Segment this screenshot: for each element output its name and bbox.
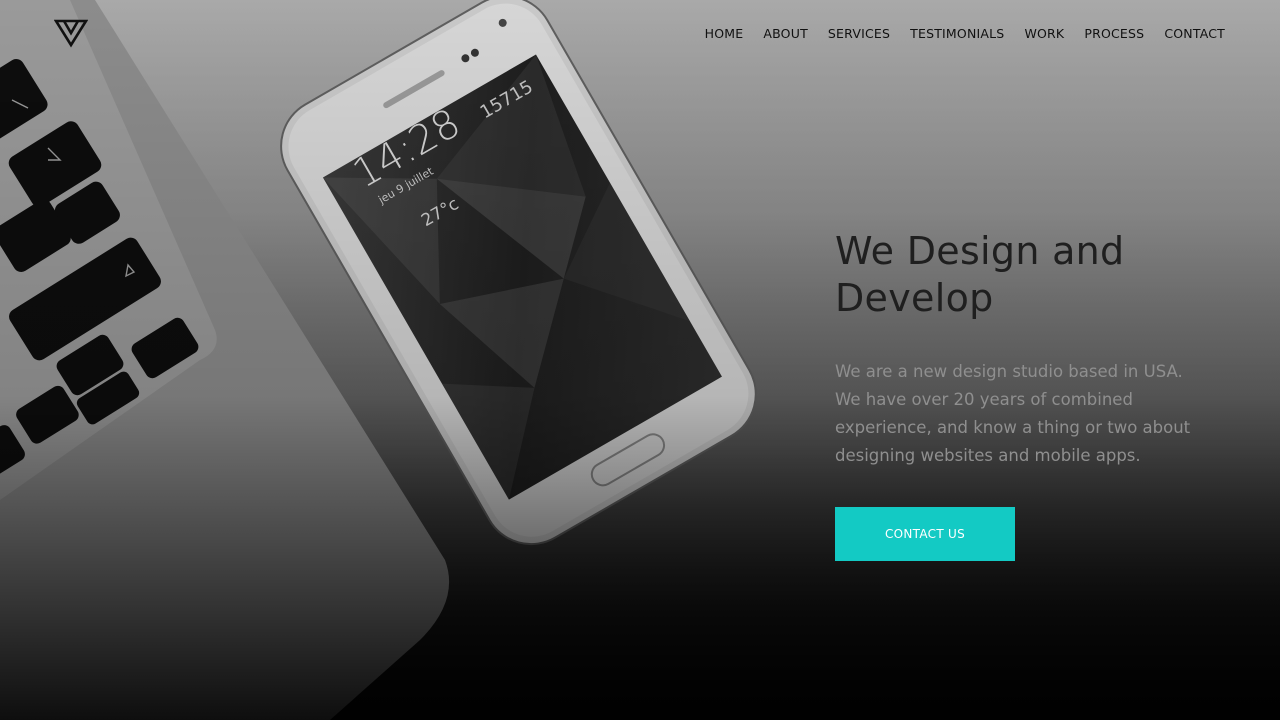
- hero-description-line: We have over 20 years of combined: [835, 390, 1133, 409]
- triangle-logo-icon[interactable]: [54, 18, 88, 48]
- hero-description: We are a new design studio based in USA.…: [835, 358, 1230, 470]
- nav-services[interactable]: SERVICES: [828, 24, 890, 43]
- main-navigation: HOME ABOUT SERVICES TESTIMONIALS WORK PR…: [705, 24, 1225, 43]
- phone-steps: 15715: [476, 76, 537, 124]
- nav-work[interactable]: WORK: [1024, 24, 1064, 43]
- hero-title: We Design and Develop: [835, 228, 1235, 322]
- nav-about[interactable]: ABOUT: [763, 24, 808, 43]
- phone-weather: 27°c: [418, 194, 463, 232]
- contact-us-button[interactable]: CONTACT US: [835, 507, 1015, 561]
- hero-title-line-1: We Design and: [835, 229, 1125, 273]
- nav-process[interactable]: PROCESS: [1084, 24, 1144, 43]
- hero-content: We Design and Develop We are a new desig…: [835, 228, 1235, 470]
- hero-title-line-2: Develop: [835, 276, 994, 320]
- hero-description-line: We are a new design studio based in USA.: [835, 362, 1183, 381]
- nav-testimonials[interactable]: TESTIMONIALS: [910, 24, 1004, 43]
- nav-home[interactable]: HOME: [705, 24, 744, 43]
- nav-contact[interactable]: CONTACT: [1164, 24, 1225, 43]
- hero-description-line: experience, and know a thing or two abou…: [835, 418, 1191, 437]
- hero-description-line: designing websites and mobile apps.: [835, 446, 1141, 465]
